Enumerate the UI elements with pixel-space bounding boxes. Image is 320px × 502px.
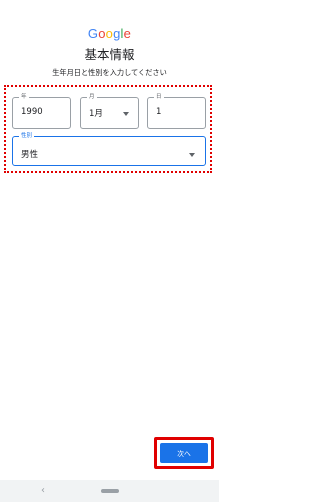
next-button-highlight: 次へ — [154, 437, 214, 469]
page-subtitle: 生年月日と性別を入力してください — [52, 68, 167, 77]
gender-select[interactable]: 性別 男性 — [12, 132, 206, 166]
logo-letter: e — [123, 26, 132, 41]
day-label: 日 — [154, 93, 164, 101]
logo-letter: g — [113, 26, 121, 41]
year-label: 年 — [19, 93, 29, 101]
year-value: 1990 — [21, 107, 43, 117]
day-value: 1 — [156, 107, 162, 117]
dropdown-arrow-icon — [189, 153, 195, 157]
year-field[interactable]: 年 1990 — [12, 93, 71, 129]
gender-value: 男性 — [21, 150, 39, 160]
logo-letter: G — [87, 26, 99, 41]
month-select[interactable]: 月 1月 — [80, 93, 139, 129]
next-button[interactable]: 次へ — [160, 443, 208, 463]
page-title: 基本情報 — [84, 47, 135, 62]
system-nav-bar: ‹ — [0, 480, 219, 502]
gender-label: 性別 — [19, 132, 35, 140]
home-pill-icon[interactable] — [101, 489, 119, 493]
dropdown-arrow-icon — [123, 112, 129, 116]
month-value: 1月 — [89, 109, 103, 119]
logo-letter: o — [98, 26, 106, 41]
month-label: 月 — [87, 93, 97, 101]
google-logo: Google — [0, 26, 219, 41]
back-icon[interactable]: ‹ — [41, 485, 45, 497]
logo-letter: o — [105, 26, 114, 41]
day-field[interactable]: 日 1 — [147, 93, 206, 129]
